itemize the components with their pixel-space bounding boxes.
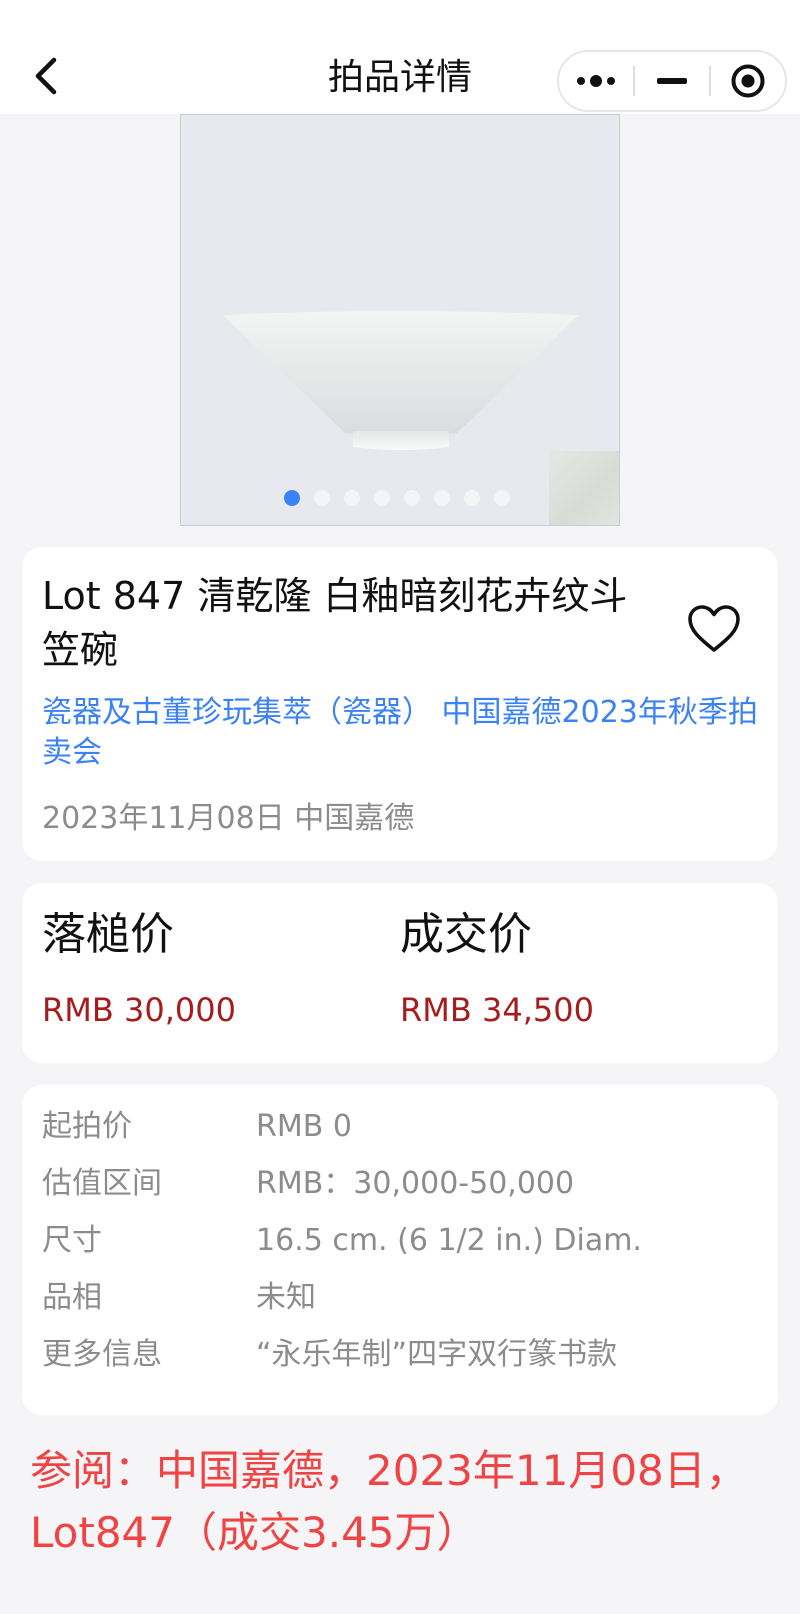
info-row-condition: 品相 未知 xyxy=(42,1276,762,1320)
info-row-size: 尺寸 16.5 cm. (6 1/2 in.) Diam. xyxy=(42,1219,762,1263)
carousel-dot[interactable] xyxy=(494,490,510,506)
carousel-dot[interactable] xyxy=(374,490,390,506)
more-button[interactable] xyxy=(559,52,633,110)
info-row-estimate: 估值区间 RMB：30,000-50,000 xyxy=(42,1162,762,1206)
carousel-dot[interactable] xyxy=(344,490,360,506)
info-row-more-info: 更多信息 “永乐年制”四字双行篆书款 xyxy=(42,1333,762,1377)
next-image-peek xyxy=(549,451,619,525)
more-dots-icon xyxy=(577,75,615,87)
info-value: 16.5 cm. (6 1/2 in.) Diam. xyxy=(256,1223,642,1258)
minimize-button[interactable] xyxy=(635,52,709,110)
info-value: RMB 0 xyxy=(256,1109,352,1144)
info-key: 品相 xyxy=(42,1280,102,1315)
hammer-price-value: RMB 30,000 xyxy=(42,991,236,1029)
price-card: 落槌价 RMB 30,000 成交价 RMB 34,500 xyxy=(22,883,778,1063)
miniprogram-capsule xyxy=(557,50,787,112)
top-nav-bar: 拍品详情 xyxy=(0,0,800,114)
info-key: 估值区间 xyxy=(42,1166,162,1201)
minimize-icon xyxy=(657,78,687,84)
lot-title-card: Lot 847 清乾隆 白釉暗刻花卉纹斗笠碗 瓷器及古董珍玩集萃（瓷器） 中国嘉… xyxy=(22,547,778,861)
info-value: RMB：30,000-50,000 xyxy=(256,1166,575,1201)
carousel-dot[interactable] xyxy=(314,490,330,506)
close-button[interactable] xyxy=(711,52,785,110)
lot-title: Lot 847 清乾隆 白釉暗刻花卉纹斗笠碗 xyxy=(42,574,628,672)
reference-note: 参阅：中国嘉德，2023年11月08日，Lot847（成交3.45万） xyxy=(30,1446,748,1557)
hammer-price-label: 落槌价 xyxy=(42,909,174,960)
heart-outline-icon xyxy=(688,605,740,652)
sold-price-block: 成交价 RMB 34,500 xyxy=(400,905,594,1031)
carousel-dot[interactable] xyxy=(434,490,450,506)
info-value: “永乐年制”四字双行篆书款 xyxy=(256,1337,618,1372)
info-key: 起拍价 xyxy=(42,1109,132,1144)
carousel-dot[interactable] xyxy=(404,490,420,506)
carousel-dot[interactable] xyxy=(284,490,300,506)
info-key: 尺寸 xyxy=(42,1223,102,1258)
carousel-dot[interactable] xyxy=(464,490,480,506)
sale-date-house: 2023年11月08日 中国嘉德 xyxy=(42,801,415,836)
carousel-indicator xyxy=(284,490,510,506)
target-close-icon xyxy=(731,64,765,98)
lot-info-card: 起拍价 RMB 0 估值区间 RMB：30,000-50,000 尺寸 16.5… xyxy=(22,1085,778,1415)
lot-image-carousel[interactable] xyxy=(180,114,620,526)
hammer-price-block: 落槌价 RMB 30,000 xyxy=(42,905,236,1031)
sold-price-value: RMB 34,500 xyxy=(400,991,594,1029)
info-row-starting-price: 起拍价 RMB 0 xyxy=(42,1105,762,1149)
info-value: 未知 xyxy=(256,1280,316,1315)
sold-price-label: 成交价 xyxy=(400,909,532,960)
favorite-button[interactable] xyxy=(682,597,746,661)
info-key: 更多信息 xyxy=(42,1337,162,1372)
auction-sale-link[interactable]: 瓷器及古董珍玩集萃（瓷器） 中国嘉德2023年秋季拍卖会 xyxy=(42,693,762,773)
